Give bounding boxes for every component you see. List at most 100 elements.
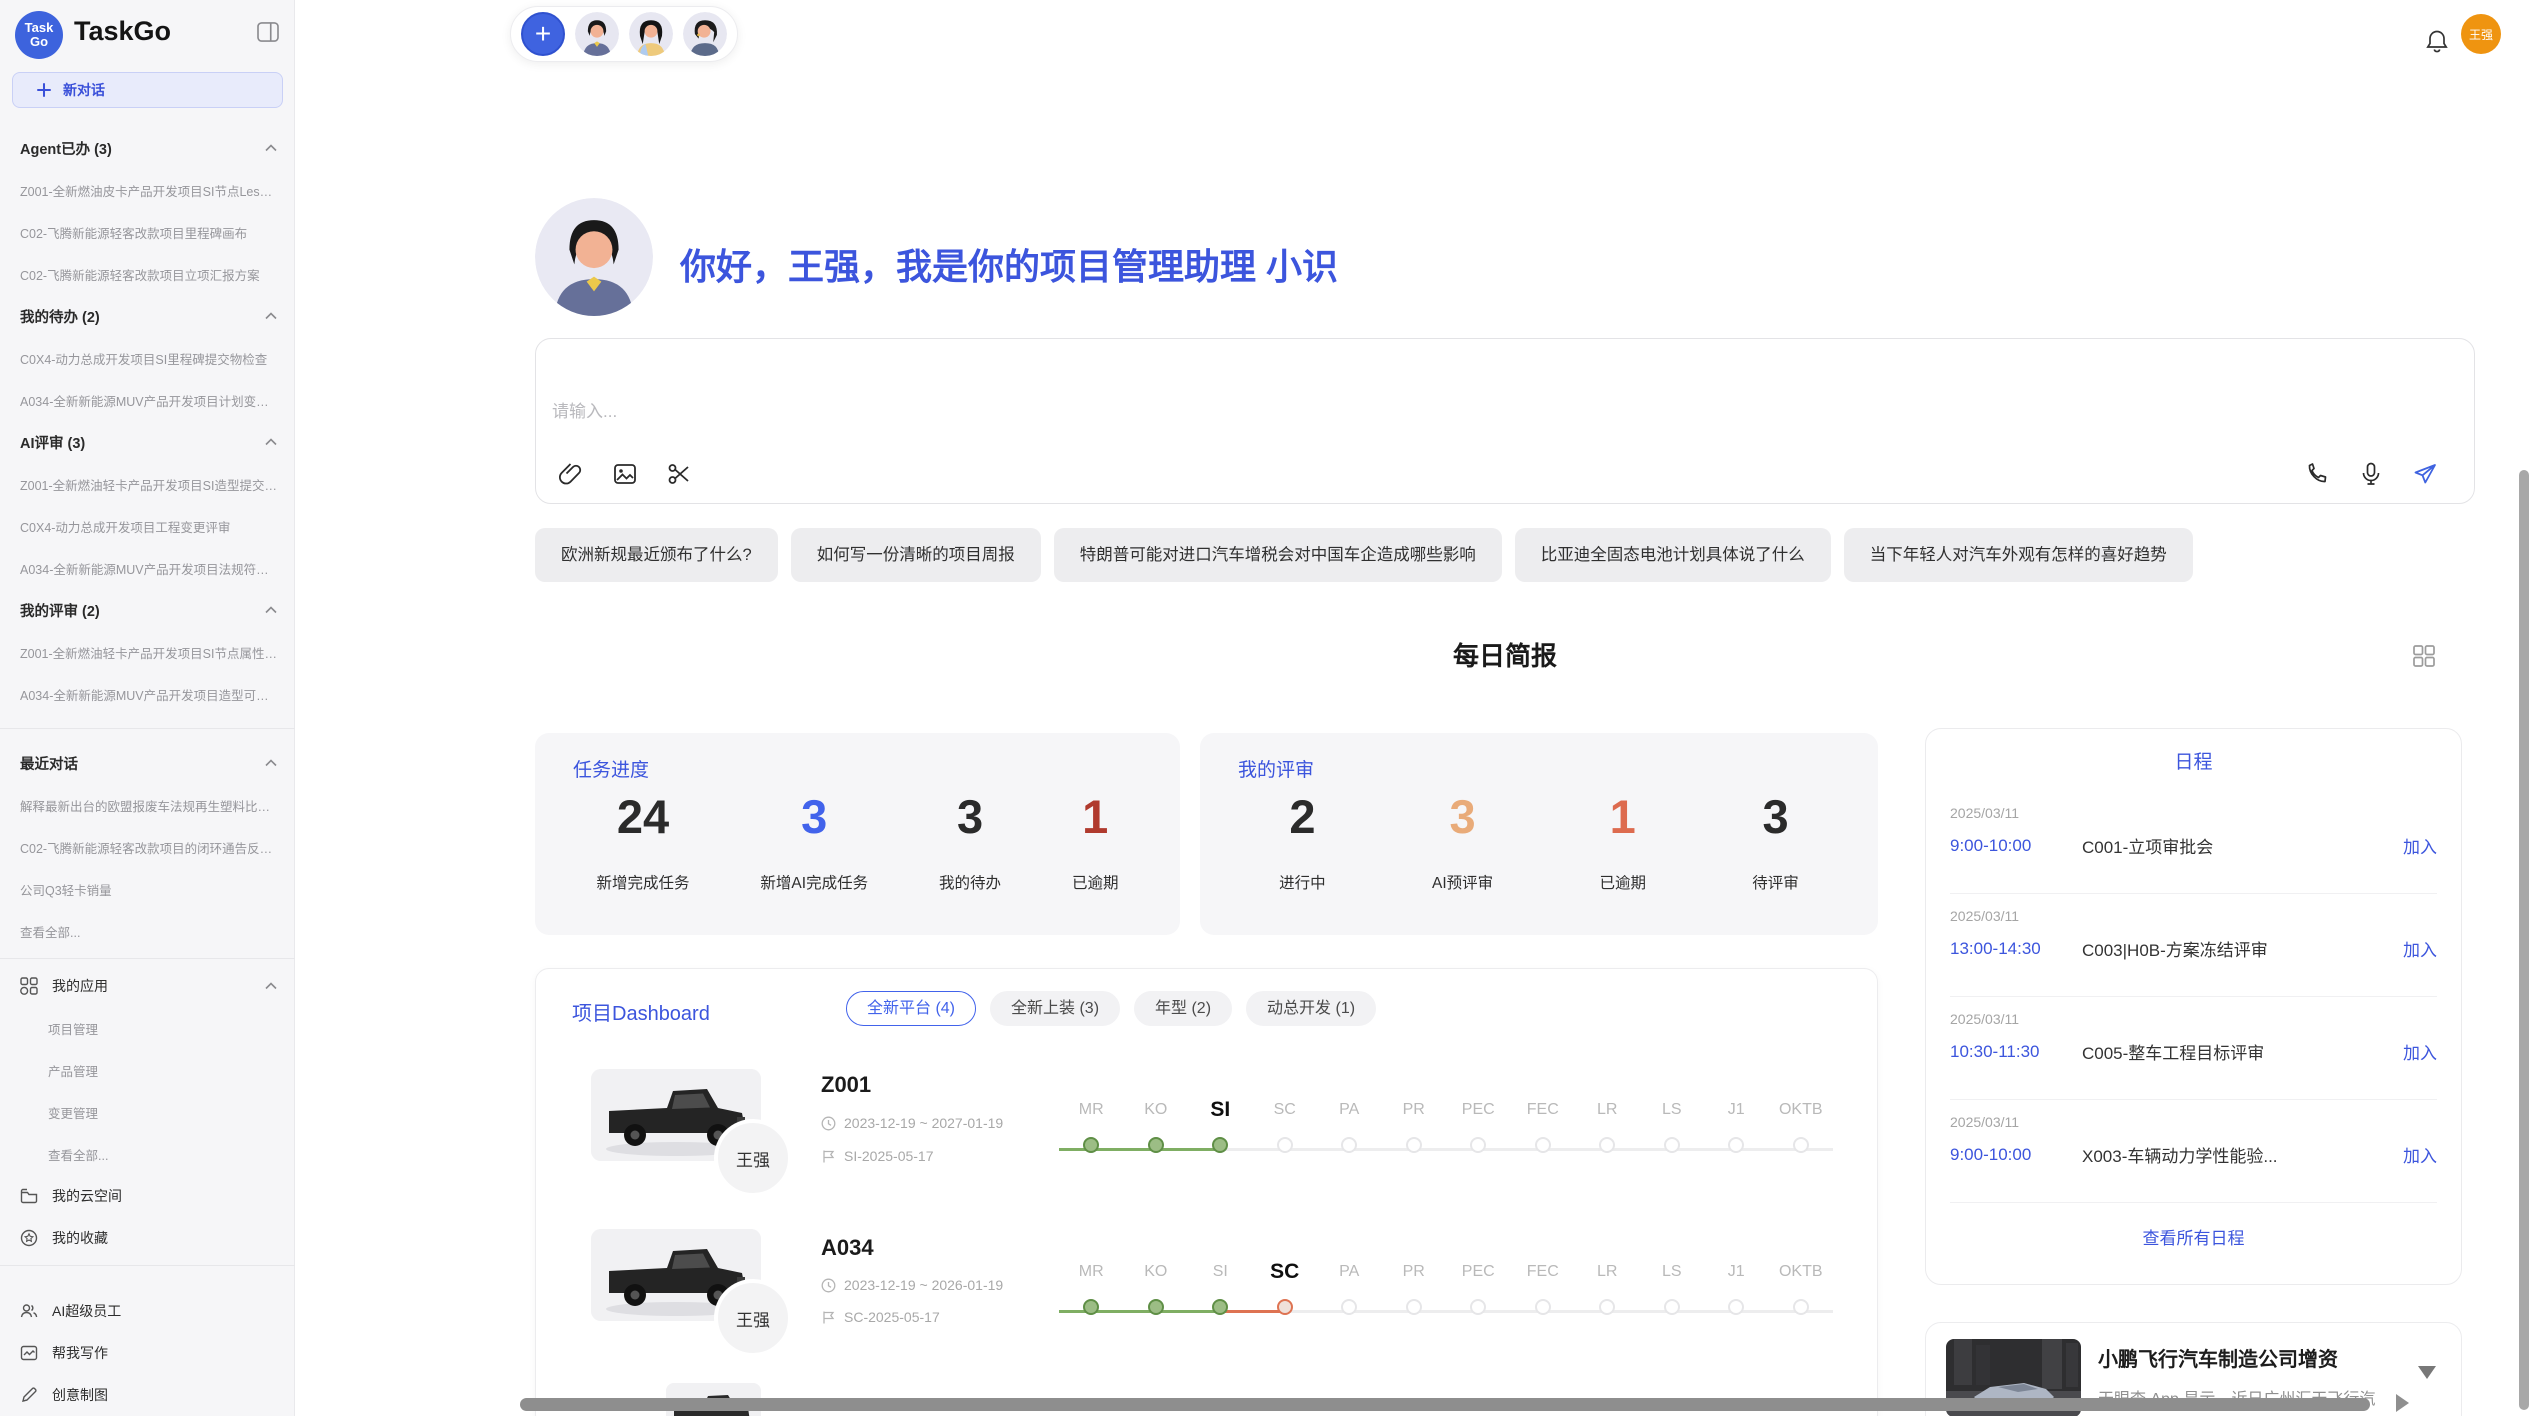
list-item[interactable]: 解释最新出台的欧盟报废车法规再生塑料比例被调至15%... — [0, 784, 295, 826]
view-all-chats[interactable]: 查看全部... — [0, 910, 295, 952]
list-item[interactable]: C0X4-动力总成开发项目SI里程碑提交物检查 — [0, 337, 295, 379]
scroll-right-arrow[interactable] — [2396, 1394, 2409, 1412]
suggestion-chip[interactable]: 比亚迪全固态电池计划具体说了什么 — [1515, 528, 1831, 582]
list-item[interactable]: C0X4-动力总成开发项目工程变更评审 — [0, 505, 295, 547]
schedule-title: 日程 — [1926, 729, 2461, 791]
user-avatar[interactable]: 王强 — [2461, 14, 2501, 54]
project-owner-avatar: 王强 — [714, 1279, 792, 1357]
view-all-schedule[interactable]: 查看所有日程 — [1926, 1203, 2461, 1269]
phone-icon[interactable] — [2304, 461, 2330, 487]
sidebar-item-help-write[interactable]: 帮我写作 — [0, 1332, 295, 1374]
sidebar-collapse-icon[interactable] — [257, 22, 279, 42]
sidebar-item-creative-draw[interactable]: 创意制图 — [0, 1374, 295, 1416]
notification-bell-icon[interactable] — [2424, 28, 2450, 54]
project-name[interactable]: A034 — [821, 1235, 874, 1261]
join-button[interactable]: 加入 — [2403, 1142, 2437, 1167]
filter-year-model[interactable]: 年型 (2) — [1134, 991, 1232, 1026]
stat-pending-review: 3待评审 — [1752, 791, 1799, 893]
list-item[interactable]: A034-全新新能源MUV产品开发项目法规符合性评审 — [0, 547, 295, 589]
sidebar-item-cloud-space[interactable]: 我的云空间 — [0, 1175, 295, 1217]
section-my-todo[interactable]: 我的待办 (2) — [0, 295, 295, 337]
section-my-review[interactable]: 我的评审 (2) — [0, 589, 295, 631]
assistant-avatar — [535, 198, 653, 316]
image-icon[interactable] — [612, 461, 638, 487]
list-item[interactable]: Z001-全新燃油轻卡产品开发项目SI节点属性5D文件评审 — [0, 631, 295, 673]
sidebar-item-favorites[interactable]: 我的收藏 — [0, 1217, 295, 1259]
new-chat-button[interactable]: 新对话 — [12, 72, 283, 108]
milestone-dot — [1704, 1137, 1769, 1153]
project-owner-avatar: 王强 — [714, 1119, 792, 1197]
schedule-event: 2025/03/11 10:30-11:30 C005-整车工程目标评审 加入 — [1950, 997, 2437, 1100]
list-item[interactable]: Z001-全新燃油皮卡产品开发项目SI节点Lesson Learn报告 — [0, 169, 295, 211]
list-item[interactable]: C02-飞腾新能源轻客改款项目立项汇报方案 — [0, 253, 295, 295]
suggestion-chip[interactable]: 特朗普可能对进口汽车增税会对中国车企造成哪些影响 — [1054, 528, 1502, 582]
dashboard-filters: 全新平台 (4) 全新上装 (3) 年型 (2) 动总开发 (1) — [846, 991, 1376, 1026]
sidebar-item-my-apps[interactable]: 我的应用 — [0, 965, 295, 1007]
agent-avatar-1[interactable] — [575, 12, 619, 56]
add-agent-button[interactable]: + — [521, 12, 565, 56]
project-name[interactable]: Z001 — [821, 1072, 871, 1098]
join-button[interactable]: 加入 — [2403, 936, 2437, 961]
milestone-dot — [1769, 1137, 1834, 1153]
agent-switcher: + — [510, 6, 738, 62]
filter-new-platform[interactable]: 全新平台 (4) — [846, 991, 976, 1026]
milestone-dot — [1575, 1137, 1640, 1153]
flag-icon — [821, 1149, 836, 1164]
horizontal-scrollbar[interactable] — [520, 1398, 2370, 1411]
my-review-card: 我的评审 2进行中 3AI预评审 1已逾期 3待评审 — [1200, 733, 1878, 935]
clock-icon — [821, 1278, 836, 1293]
list-item[interactable]: C02-飞腾新能源轻客改款项目的闭环通告反馈情况 — [0, 826, 295, 868]
chat-composer — [535, 338, 2475, 504]
section-recent-chats[interactable]: 最近对话 — [0, 742, 295, 784]
news-title: 小鹏飞行汽车制造公司增资 — [2098, 1343, 2338, 1372]
schedule-card: 日程 2025/03/11 9:00-10:00 C001-立项审批会 加入 2… — [1925, 728, 2462, 1285]
join-button[interactable]: 加入 — [2403, 1039, 2437, 1064]
flag-icon — [821, 1310, 836, 1325]
list-item[interactable]: C02-飞腾新能源轻客改款项目里程碑画布 — [0, 211, 295, 253]
filter-new-body[interactable]: 全新上装 (3) — [990, 991, 1120, 1026]
suggestion-chip[interactable]: 当下年轻人对汽车外观有怎样的喜好趋势 — [1844, 528, 2193, 582]
plus-icon — [35, 81, 53, 99]
vertical-scrollbar[interactable] — [2519, 470, 2529, 1410]
sidebar-item-project-mgmt[interactable]: 项目管理 — [0, 1007, 295, 1049]
sidebar-item-ai-super-staff[interactable]: AI超级员工 — [0, 1290, 295, 1332]
scissors-icon[interactable] — [666, 461, 692, 487]
agent-avatar-3[interactable] — [683, 12, 727, 56]
milestone-dot — [1640, 1299, 1705, 1315]
list-item[interactable]: Z001-全新燃油轻卡产品开发项目SI造型提交物评审 — [0, 463, 295, 505]
send-icon[interactable] — [2412, 461, 2438, 487]
list-item[interactable]: A034-全新新能源MUV产品开发项目计划变更表编写 — [0, 379, 295, 421]
sidebar: Task Go TaskGo 新对话 Agent已办 (3) Z001-全新燃油… — [0, 0, 295, 1416]
chevron-up-icon — [265, 606, 277, 614]
section-ai-review[interactable]: AI评审 (3) — [0, 421, 295, 463]
event-time: 10:30-11:30 — [1950, 1042, 2082, 1062]
agent-avatar-2[interactable] — [629, 12, 673, 56]
filter-powertrain[interactable]: 动总开发 (1) — [1246, 991, 1376, 1026]
chat-input[interactable] — [552, 397, 1752, 453]
stat-ai-prereview: 3AI预评审 — [1432, 791, 1493, 893]
project-dates: 2023-12-19 ~ 2027-01-19 — [821, 1115, 1003, 1131]
milestone-dot — [1704, 1299, 1769, 1315]
scroll-down-arrow[interactable] — [2418, 1366, 2436, 1379]
sidebar-item-product-mgmt[interactable]: 产品管理 — [0, 1049, 295, 1091]
sidebar-item-change-mgmt[interactable]: 变更管理 — [0, 1091, 295, 1133]
view-all-apps[interactable]: 查看全部... — [0, 1133, 295, 1175]
project-milestone-flag: SI-2025-05-17 — [821, 1148, 934, 1164]
join-button[interactable]: 加入 — [2403, 833, 2437, 858]
dashboard-title: 项目Dashboard — [572, 997, 710, 1026]
layout-grid-icon[interactable] — [2412, 644, 2436, 668]
paperclip-icon[interactable] — [558, 461, 584, 487]
section-agent-done[interactable]: Agent已办 (3) — [0, 127, 295, 169]
event-name: X003-车辆动力学性能验... — [2082, 1142, 2403, 1167]
divider — [0, 958, 295, 959]
suggestion-chip[interactable]: 欧洲新规最近颁布了什么? — [535, 528, 778, 582]
clock-icon — [821, 1116, 836, 1131]
stat-review-overdue: 1已逾期 — [1599, 791, 1646, 893]
suggestion-chip[interactable]: 如何写一份清晰的项目周报 — [791, 528, 1041, 582]
list-item[interactable]: 公司Q3轻卡销量 — [0, 868, 295, 910]
list-item[interactable]: A034-全新新能源MUV产品开发项目造型可行性评审 — [0, 673, 295, 715]
app-root: Task Go TaskGo 新对话 Agent已办 (3) Z001-全新燃油… — [0, 0, 2532, 1416]
milestone-dot — [1640, 1137, 1705, 1153]
microphone-icon[interactable] — [2358, 461, 2384, 487]
schedule-event: 2025/03/11 13:00-14:30 C003|H0B-方案冻结评审 加… — [1950, 894, 2437, 997]
